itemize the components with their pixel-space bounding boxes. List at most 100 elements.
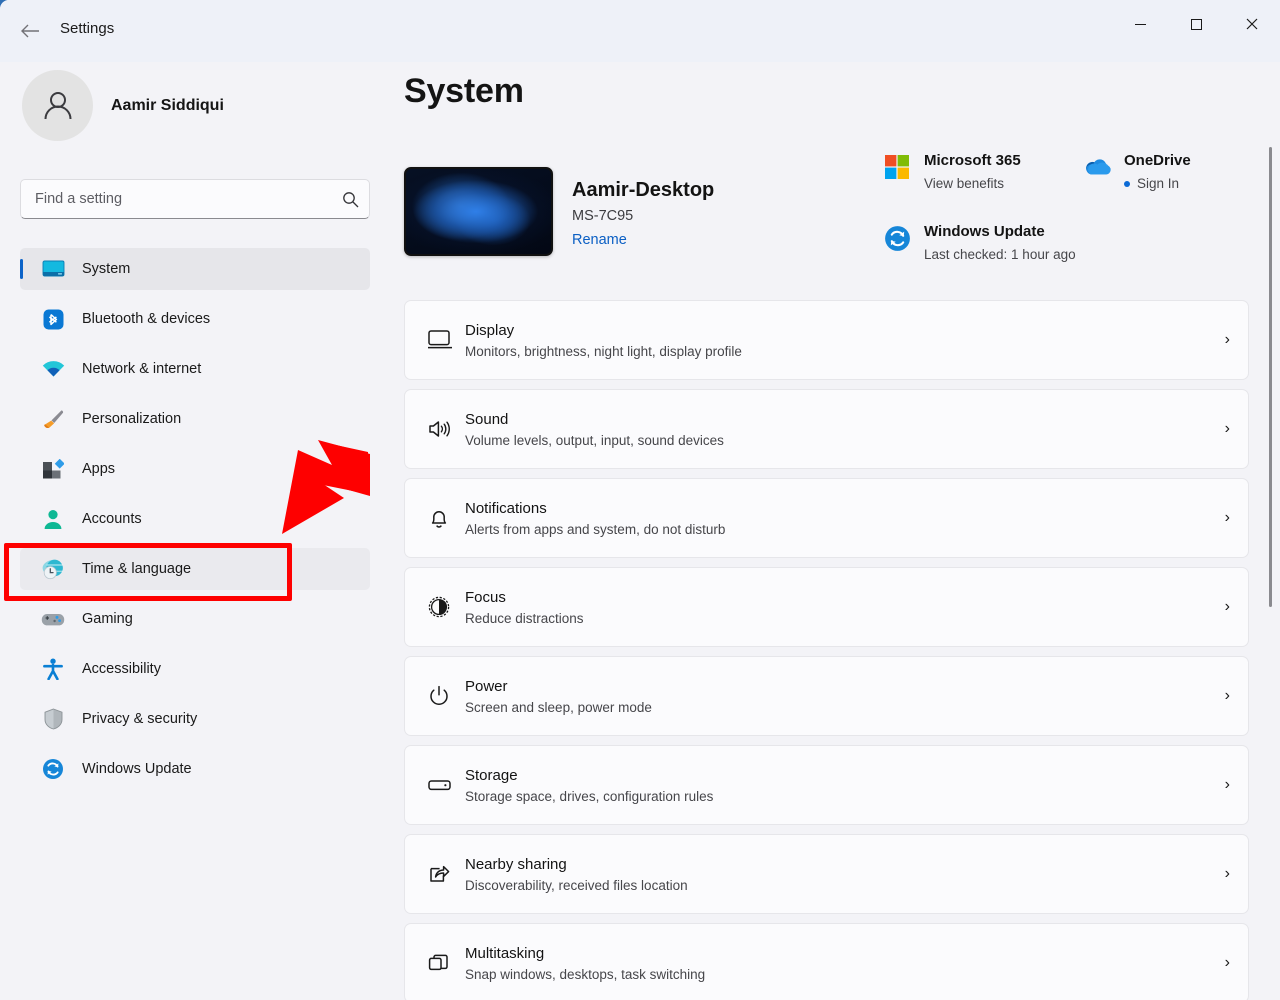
sidebar-item-accounts[interactable]: Accounts <box>20 498 370 540</box>
sidebar-item-windows-update[interactable]: Windows Update <box>20 748 370 790</box>
sidebar-item-apps[interactable]: Apps <box>20 448 370 490</box>
status-card-microsoft-365[interactable]: Microsoft 365 View benefits <box>882 152 1082 191</box>
settings-row-subtitle: Discoverability, received files location <box>465 877 688 893</box>
settings-row-title: Power <box>465 677 508 695</box>
chevron-right-icon: › <box>1224 598 1230 615</box>
status-card-subtitle-text: Last checked: 1 hour ago <box>924 247 1076 262</box>
sidebar-item-label: Time & language <box>82 561 192 577</box>
sidebar-item-label: Gaming <box>82 611 133 627</box>
sidebar-item-label: Privacy & security <box>82 711 198 727</box>
status-card-title: OneDrive <box>1124 152 1191 169</box>
settings-row-sound[interactable]: Sound Volume levels, output, input, soun… <box>404 389 1249 469</box>
bell-icon <box>427 506 465 530</box>
content-scrollbar[interactable] <box>1269 147 1272 892</box>
avatar <box>22 70 93 141</box>
monitor-icon <box>40 257 66 281</box>
accessibility-person-icon <box>40 657 66 681</box>
shield-icon <box>40 707 66 731</box>
close-button[interactable] <box>1224 0 1280 48</box>
globe-clock-icon <box>40 557 66 581</box>
settings-row-notifications[interactable]: Notifications Alerts from apps and syste… <box>404 478 1249 558</box>
sidebar-item-accessibility[interactable]: Accessibility <box>20 648 370 690</box>
back-arrow-icon <box>21 24 39 38</box>
status-card-onedrive[interactable]: OneDrive Sign In <box>1082 152 1191 191</box>
paintbrush-icon <box>40 407 66 431</box>
profile-name: Aamir Siddiqui <box>111 96 224 114</box>
display-monitor-icon <box>427 329 465 351</box>
settings-row-subtitle: Monitors, brightness, night light, displ… <box>465 343 742 359</box>
device-name: Aamir-Desktop <box>572 179 715 201</box>
settings-row-subtitle: Volume levels, output, input, sound devi… <box>465 432 724 448</box>
search-box[interactable] <box>20 179 370 219</box>
sidebar-item-label: Windows Update <box>82 761 192 777</box>
sidebar-item-network-internet[interactable]: Network & internet <box>20 348 370 390</box>
sidebar-item-label: Network & internet <box>82 361 202 377</box>
sidebar-item-time-language[interactable]: Time & language <box>20 548 370 590</box>
settings-window: Settings Aamir Siddiqui Find a setting S… <box>0 0 1280 1000</box>
status-card-subtitle[interactable]: View benefits <box>924 176 1021 191</box>
sidebar-item-label: System <box>82 261 131 277</box>
minimize-button[interactable] <box>1112 0 1168 48</box>
window-controls <box>1112 0 1280 48</box>
focus-circle-icon <box>427 595 465 619</box>
sidebar-item-gaming[interactable]: Gaming <box>20 598 370 640</box>
search-input[interactable] <box>21 191 331 207</box>
settings-row-power[interactable]: Power Screen and sleep, power mode › <box>404 656 1249 736</box>
status-card-subtitle-text: View benefits <box>924 176 1005 191</box>
sidebar: Aamir Siddiqui Find a setting System Blu… <box>0 62 390 1000</box>
chevron-right-icon: › <box>1224 776 1230 793</box>
sidebar-item-system[interactable]: System <box>20 248 370 290</box>
back-button[interactable] <box>12 14 48 48</box>
windows-update-sync-icon <box>882 223 912 253</box>
chevron-right-icon: › <box>1224 420 1230 437</box>
sidebar-item-bluetooth-devices[interactable]: Bluetooth & devices <box>20 298 370 340</box>
chevron-right-icon: › <box>1224 865 1230 882</box>
settings-row-title: Display <box>465 321 515 339</box>
search-icon[interactable] <box>331 191 369 208</box>
sidebar-item-personalization[interactable]: Personalization <box>20 398 370 440</box>
user-profile[interactable]: Aamir Siddiqui <box>22 70 224 141</box>
settings-row-title: Multitasking <box>465 944 545 962</box>
settings-row-title: Notifications <box>465 499 547 517</box>
content-pane: System Aamir-Desktop MS-7C95 Rename Micr… <box>390 62 1280 1000</box>
status-card-title: Windows Update <box>924 223 1045 240</box>
device-summary: Aamir-Desktop MS-7C95 Rename <box>404 167 714 256</box>
settings-row-subtitle: Storage space, drives, configuration rul… <box>465 788 714 804</box>
windows-stack-icon <box>427 951 465 975</box>
sidebar-item-label: Personalization <box>82 411 182 427</box>
selection-indicator <box>20 259 23 279</box>
maximize-button[interactable] <box>1168 0 1224 48</box>
chevron-right-icon: › <box>1224 687 1230 704</box>
scrollbar-thumb[interactable] <box>1269 147 1272 607</box>
settings-row-subtitle: Alerts from apps and system, do not dist… <box>465 521 726 537</box>
sidebar-nav: System Bluetooth & devices Network & int… <box>20 248 370 798</box>
share-icon <box>427 862 465 886</box>
status-card-subtitle[interactable]: Sign In <box>1124 176 1191 191</box>
settings-row-multitasking[interactable]: Multitasking Snap windows, desktops, tas… <box>404 923 1249 1000</box>
sidebar-item-label: Accessibility <box>82 661 161 677</box>
settings-row-title: Nearby sharing <box>465 855 567 873</box>
sidebar-item-label: Accounts <box>82 511 142 527</box>
status-card-windows-update[interactable]: Windows Update Last checked: 1 hour ago <box>882 223 1076 262</box>
sidebar-item-privacy-security[interactable]: Privacy & security <box>20 698 370 740</box>
settings-row-focus[interactable]: Focus Reduce distractions › <box>404 567 1249 647</box>
windows-bloom-wallpaper-thumbnail <box>404 167 553 256</box>
rename-link[interactable]: Rename <box>572 232 714 248</box>
title-bar: Settings <box>0 0 1280 62</box>
person-icon <box>40 507 66 531</box>
device-model: MS-7C95 <box>572 208 634 224</box>
microsoft-logo-icon <box>882 152 912 182</box>
app-title: Settings <box>60 20 115 37</box>
settings-row-title: Storage <box>465 766 518 784</box>
status-card-subtitle: Last checked: 1 hour ago <box>924 247 1076 262</box>
page-title: System <box>404 72 524 110</box>
settings-row-display[interactable]: Display Monitors, brightness, night ligh… <box>404 300 1249 380</box>
chevron-right-icon: › <box>1224 509 1230 526</box>
drive-icon <box>427 776 465 794</box>
speaker-icon <box>427 418 465 440</box>
status-card-title: Microsoft 365 <box>924 152 1021 169</box>
settings-row-nearby-sharing[interactable]: Nearby sharing Discoverability, received… <box>404 834 1249 914</box>
settings-row-storage[interactable]: Storage Storage space, drives, configura… <box>404 745 1249 825</box>
chevron-right-icon: › <box>1224 954 1230 971</box>
settings-row-subtitle: Screen and sleep, power mode <box>465 699 652 715</box>
